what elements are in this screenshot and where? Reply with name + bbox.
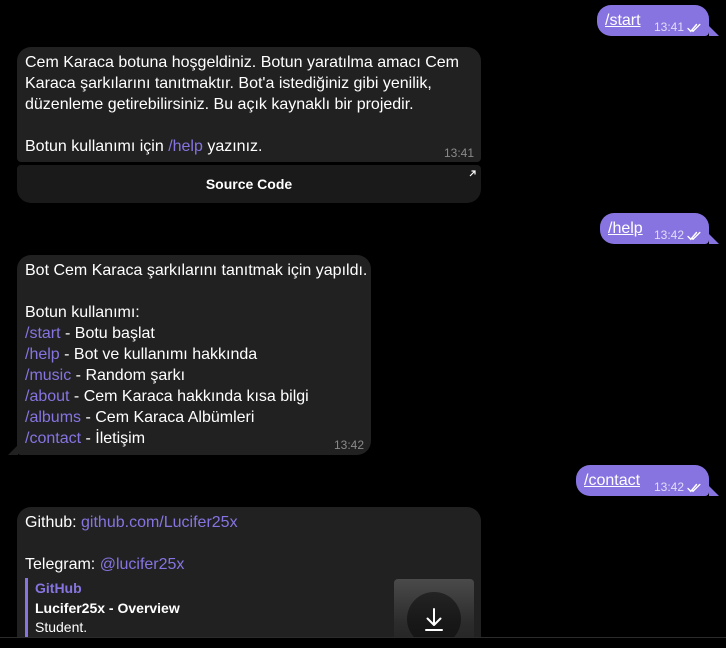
command-help-link[interactable]: /help xyxy=(168,138,203,155)
usage-hint: Botun kullanımı için /help yazınız. xyxy=(25,138,263,155)
github-line: Github: github.com/Lucifer25x xyxy=(25,514,238,531)
double-check-icon xyxy=(687,231,701,241)
message-time: 13:41 xyxy=(654,21,703,33)
bubble-tail xyxy=(709,486,719,496)
message-time: 13:42 xyxy=(654,229,703,241)
help-intro: Bot Cem Karaca şarkılarını tanıtmak için… xyxy=(25,262,368,279)
message-time: 13:42 xyxy=(654,481,703,493)
command-contact[interactable]: /contact xyxy=(584,470,640,491)
command-row: /help - Bot ve kullanımı hakkında xyxy=(25,346,258,363)
incoming-message-welcome: Cem Karaca botuna hoşgeldiniz. Botun yar… xyxy=(17,47,481,162)
double-check-icon xyxy=(687,23,701,33)
bubble-tail xyxy=(709,234,719,244)
external-arrow-icon xyxy=(469,170,476,177)
source-code-button[interactable]: Source Code xyxy=(17,165,481,203)
incoming-message-contact-info: Github: github.com/Lucifer25x Telegram: … xyxy=(17,507,481,648)
outgoing-message-start[interactable]: /start 13:41 xyxy=(597,5,709,36)
bubble-tail xyxy=(709,26,719,36)
command-music-link[interactable]: /music xyxy=(25,367,71,384)
chat-history[interactable]: /start 13:41 Cem Karaca botuna hoşgeldin… xyxy=(0,0,726,648)
message-time: 13:41 xyxy=(443,146,474,160)
double-check-icon xyxy=(687,483,701,493)
composer-divider xyxy=(0,637,726,648)
bubble-tail xyxy=(8,445,18,455)
github-link[interactable]: github.com/Lucifer25x xyxy=(81,514,238,531)
command-row: /start - Botu başlat xyxy=(25,325,155,342)
command-row: /about - Cem Karaca hakkında kısa bilgi xyxy=(25,388,309,405)
welcome-text-line: düzenleme getirebilirsiniz. Bu açık kayn… xyxy=(25,96,414,113)
command-row: /music - Random şarkı xyxy=(25,367,186,384)
source-code-label: Source Code xyxy=(205,176,293,192)
outgoing-message-contact[interactable]: /contact 13:42 xyxy=(576,465,709,496)
command-contact-link[interactable]: /contact xyxy=(25,430,81,447)
incoming-message-help-list: Bot Cem Karaca şarkılarını tanıtmak için… xyxy=(17,255,371,455)
outgoing-message-help[interactable]: /help 13:42 xyxy=(600,213,709,244)
command-about-link[interactable]: /about xyxy=(25,388,69,405)
command-help-link[interactable]: /help xyxy=(25,346,60,363)
command-start-link[interactable]: /start xyxy=(25,325,61,342)
telegram-line: Telegram: @lucifer25x xyxy=(25,556,185,573)
message-time: 13:42 xyxy=(333,438,364,452)
command-row: /contact - İletişim xyxy=(25,430,146,447)
welcome-text-line: Karaca şarkılarını tanıtmaktır. Bot'a is… xyxy=(25,75,432,92)
welcome-text-line: Cem Karaca botuna hoşgeldiniz. Botun yar… xyxy=(25,54,459,71)
command-row: /albums - Cem Karaca Albümleri xyxy=(25,409,255,426)
telegram-link[interactable]: @lucifer25x xyxy=(100,556,185,573)
command-help[interactable]: /help xyxy=(608,218,643,239)
usage-title: Botun kullanımı: xyxy=(25,304,140,321)
command-start[interactable]: /start xyxy=(605,10,641,31)
command-albums-link[interactable]: /albums xyxy=(25,409,81,426)
